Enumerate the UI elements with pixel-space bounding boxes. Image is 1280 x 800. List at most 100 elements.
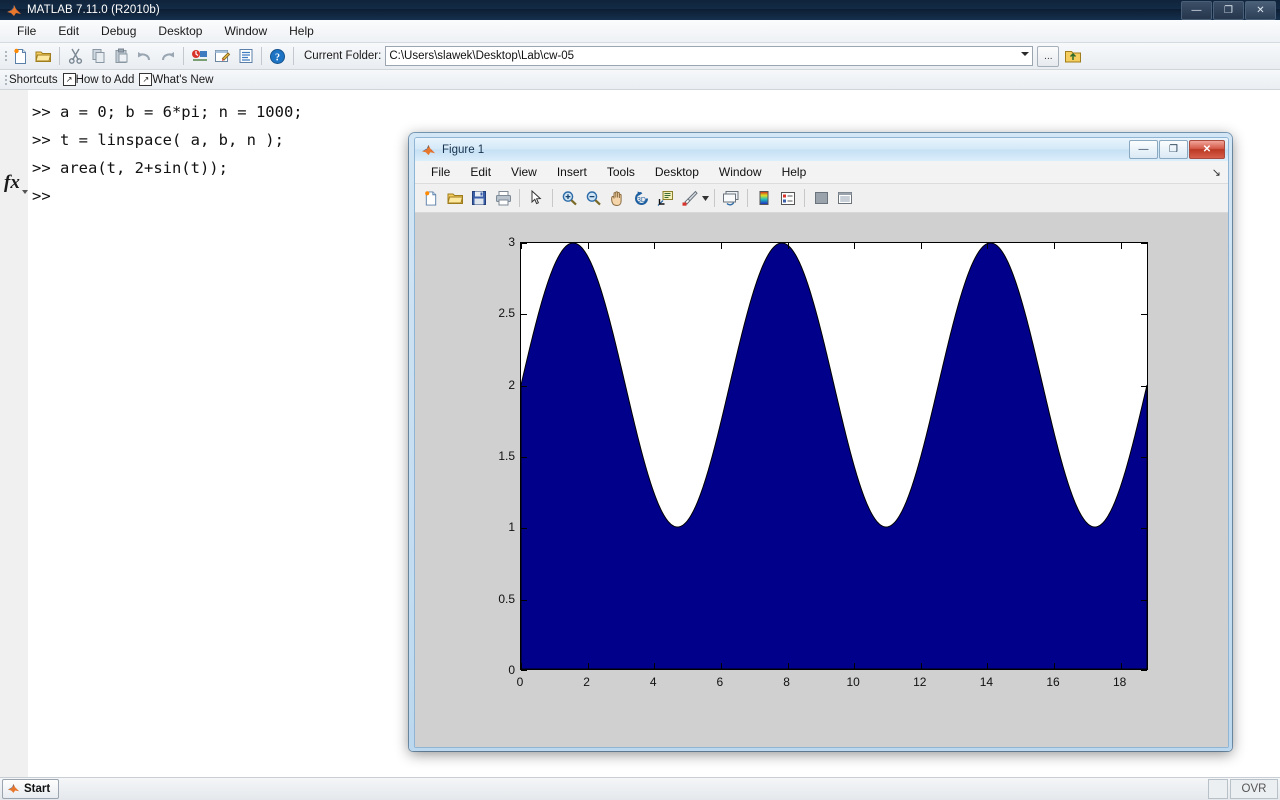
plot-axes[interactable] [520,242,1148,671]
minimize-button[interactable]: — [1181,1,1212,20]
open-file-icon[interactable] [443,186,467,210]
y-tick-label: 3 [508,235,515,249]
figure-toolbar-separator-2 [552,189,553,207]
y-tick-mark [1141,314,1147,316]
figure-minimize-button[interactable]: — [1129,140,1158,159]
main-window-title: MATLAB 7.11.0 (R2010b) [27,4,160,16]
figure-title: Figure 1 [442,143,485,156]
browse-folder-button[interactable]: ... [1037,45,1060,67]
x-tick-mark [987,663,989,669]
restore-button[interactable]: ❐ [1213,1,1244,20]
x-tick-mark [920,243,922,249]
how-to-add-link[interactable]: How to Add [76,74,135,86]
x-tick-label: 12 [913,675,927,689]
y-tick-mark [1141,670,1147,671]
menu-desktop[interactable]: Desktop [147,21,213,41]
figure-menu-help[interactable]: Help [772,163,817,181]
up-folder-icon[interactable] [1062,46,1084,66]
y-tick-label: 0 [508,663,515,677]
show-plot-tools-icon[interactable] [833,186,857,210]
x-tick-label: 2 [583,675,590,689]
zoom-in-icon[interactable] [557,186,581,210]
brush-dropdown-icon[interactable] [701,186,710,210]
figure-canvas[interactable]: 0 0.5 1 1.5 2 2.5 3 0 2 4 6 8 10 12 14 16 18 [415,213,1228,747]
overflow-arrow-icon[interactable]: ↘ [1212,166,1221,179]
shortcuts-label[interactable]: Shortcuts [9,74,58,86]
menu-edit[interactable]: Edit [47,21,90,41]
chevron-down-icon[interactable] [1021,52,1030,56]
main-window-controls: — ❐ ✕ [1181,1,1276,20]
shortcuts-bar: Shortcuts ↗ How to Add ↗ What's New [0,70,1280,90]
figure-menu-desktop[interactable]: Desktop [645,163,709,181]
link-plot-icon[interactable] [719,186,743,210]
figure-menu-file[interactable]: File [421,163,460,181]
x-tick-label: 0 [516,675,524,689]
y-tick-mark [521,599,527,601]
paste-icon[interactable] [110,45,133,67]
x-tick-label: 10 [846,675,860,689]
figure-menu-insert[interactable]: Insert [547,163,597,181]
x-tick-mark [521,243,522,249]
figure-menubar: File Edit View Insert Tools Desktop Wind… [415,161,1228,184]
figure-menu-edit[interactable]: Edit [460,163,501,181]
start-button-label: Start [24,783,51,795]
figure-maximize-button[interactable]: ❐ [1159,140,1188,159]
fx-icon[interactable]: fx [4,172,20,194]
figure-menu-view[interactable]: View [501,163,547,181]
cut-icon[interactable] [64,45,87,67]
y-tick-label: 1.5 [498,449,515,463]
brush-icon[interactable] [677,186,701,210]
rotate-3d-icon[interactable]: 3D [629,186,653,210]
menu-help[interactable]: Help [278,21,325,41]
pan-icon[interactable] [605,186,629,210]
colorbar-icon[interactable] [752,186,776,210]
close-button[interactable]: ✕ [1245,1,1276,20]
figure-titlebar: Figure 1 — ❐ ✕ [415,138,1228,161]
command-line-1: >> a = 0; b = 6*pi; n = 1000; [32,103,303,121]
x-tick-mark [1120,243,1122,249]
profiler-icon[interactable] [234,45,257,67]
main-toolbar: ? Current Folder: C:\Users\slawek\Deskto… [0,43,1280,70]
shortcuts-grip[interactable] [2,71,9,89]
fx-dropdown-icon[interactable] [22,190,28,194]
command-prompt-active: >> [32,187,60,205]
toolbar-separator-3 [261,47,262,65]
overwrite-indicator[interactable]: OVR [1230,779,1278,799]
current-folder-input[interactable]: C:\Users\slawek\Desktop\Lab\cw-05 [385,46,1034,66]
menu-window[interactable]: Window [213,21,278,41]
simulink-icon[interactable] [188,45,211,67]
print-figure-icon[interactable] [491,186,515,210]
x-tick-mark [654,663,656,669]
y-tick-mark [521,314,527,316]
help-icon[interactable]: ? [266,45,289,67]
figure-window-inner: Figure 1 — ❐ ✕ File Edit View Insert Too… [414,137,1229,748]
area-plot [521,243,1147,669]
undo-icon[interactable] [133,45,156,67]
open-folder-icon[interactable] [32,45,55,67]
figure-menu-window[interactable]: Window [709,163,772,181]
pointer-icon[interactable] [524,186,548,210]
figure-menu-tools[interactable]: Tools [597,163,645,181]
legend-icon[interactable] [776,186,800,210]
x-tick-mark [787,663,789,669]
save-figure-icon[interactable] [467,186,491,210]
hide-plot-tools-icon[interactable] [809,186,833,210]
y-tick-mark [1141,457,1147,458]
new-file-icon[interactable] [9,45,32,67]
start-button[interactable]: Start [2,779,60,799]
redo-icon[interactable] [156,45,179,67]
statusbar-spacer [1208,779,1228,799]
zoom-out-icon[interactable] [581,186,605,210]
menu-file[interactable]: File [6,21,47,41]
y-tick-mark [1141,599,1147,601]
figure-close-button[interactable]: ✕ [1189,140,1225,159]
guide-icon[interactable] [211,45,234,67]
y-tick-mark [1141,243,1147,244]
copy-icon[interactable] [87,45,110,67]
toolbar-grip[interactable] [2,47,9,65]
whats-new-link[interactable]: What's New [152,74,213,86]
menu-debug[interactable]: Debug [90,21,147,41]
figure-window[interactable]: Figure 1 — ❐ ✕ File Edit View Insert Too… [409,133,1232,751]
new-figure-icon[interactable] [419,186,443,210]
data-cursor-icon[interactable] [653,186,677,210]
